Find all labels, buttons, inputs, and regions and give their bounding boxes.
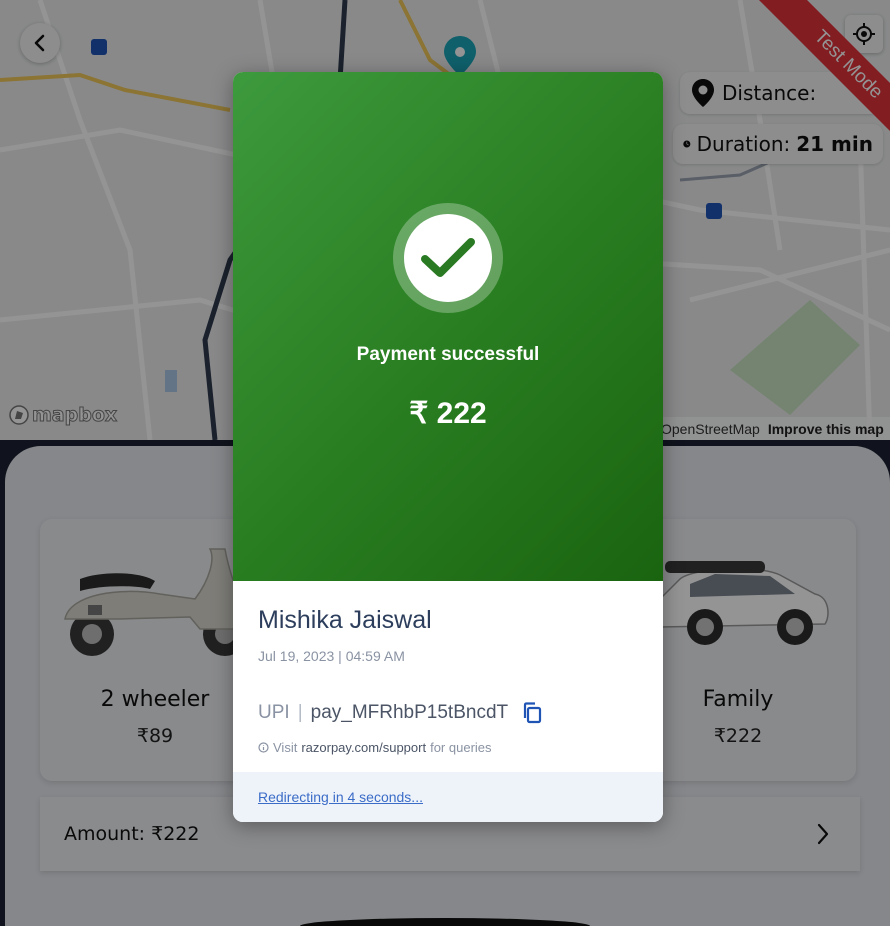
payment-method: UPI [258,702,290,723]
redirect-link[interactable]: Redirecting in 4 seconds... [258,789,423,805]
payment-success-header: Payment successful ₹ 222 [233,72,663,581]
support-prefix: Visit [273,740,298,755]
success-check-badge [393,203,503,313]
info-icon [258,742,269,753]
support-info: Visit razorpay.com/support for queries [258,740,492,755]
payment-id-row: UPI | pay_MFRhbP15tBncdT [258,702,544,724]
support-link[interactable]: razorpay.com/support [301,740,426,755]
redirect-bar: Redirecting in 4 seconds... [233,772,663,822]
copy-button[interactable] [522,702,544,724]
payment-details: Mishika Jaiswal Jul 19, 2023 | 04:59 AM … [233,581,663,822]
separator: | [297,702,303,723]
payment-date: Jul 19, 2023 | 04:59 AM [258,648,405,664]
checkmark-icon [421,238,475,277]
payment-status: Payment successful [356,344,540,365]
payment-id: pay_MFRhbP15tBncdT [310,702,509,723]
copy-icon [524,702,542,724]
support-suffix: for queries [430,740,492,755]
payer-name: Mishika Jaiswal [258,606,432,634]
payment-success-modal: Payment successful ₹ 222 Mishika Jaiswal… [233,72,663,822]
payment-amount: ₹ 222 [409,397,487,430]
